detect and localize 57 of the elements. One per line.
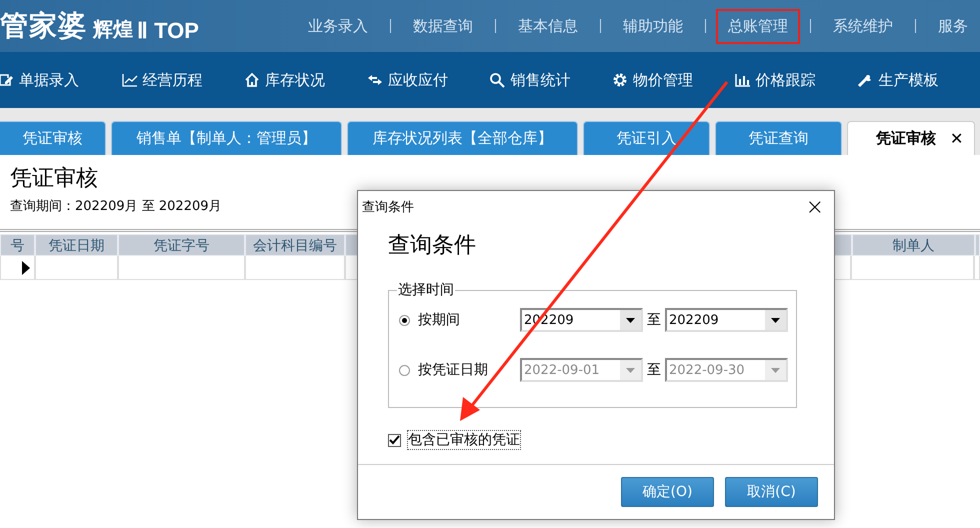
- toolbar-button[interactable]: 单据录入: [0, 70, 122, 90]
- dialog-title: 查询条件: [362, 199, 414, 216]
- period-text: 查询期间：202209月 至 202209月: [10, 198, 222, 216]
- checkbox-label[interactable]: 包含已审核的凭证: [407, 430, 521, 450]
- radio-label[interactable]: 按期间: [418, 311, 520, 329]
- column-header[interactable]: 号: [0, 234, 35, 256]
- dropdown-icon: [620, 310, 641, 330]
- toolbar-button[interactable]: 经营历程: [122, 70, 244, 90]
- range-separator: 至: [647, 361, 661, 379]
- menu-item[interactable]: 数据查询: [401, 8, 485, 44]
- wrench-icon: [857, 72, 874, 88]
- dropdown-icon: [620, 360, 641, 380]
- search-icon: [489, 72, 506, 88]
- menu-item[interactable]: 业务录入: [296, 8, 380, 44]
- tab[interactable]: 凭证引入: [583, 121, 710, 155]
- toolbar-button[interactable]: 应收应付: [366, 70, 490, 90]
- range-separator: 至: [647, 311, 661, 329]
- dialog-button[interactable]: 确定(O): [621, 477, 714, 507]
- column-header[interactable]: 会计科目编号: [245, 234, 345, 256]
- dialog-heading: 查询条件: [388, 232, 476, 260]
- arrows-icon: [366, 72, 383, 88]
- checkbox[interactable]: [388, 434, 401, 446]
- tab[interactable]: 凭证审核: [0, 121, 106, 155]
- dropdown-icon: [765, 310, 786, 330]
- column-header[interactable]: 凭证日期: [35, 234, 118, 256]
- toolbar-button[interactable]: 销售统计: [489, 70, 612, 90]
- toolbar-button[interactable]: 物价管理: [612, 70, 735, 90]
- logo-text: 管家婆: [0, 8, 87, 44]
- menu-item[interactable]: 系统维护: [821, 8, 905, 44]
- toolbar-button[interactable]: 价格跟踪: [734, 70, 858, 90]
- toolbar-button[interactable]: 库存状况: [244, 70, 367, 90]
- tab[interactable]: 销售单【制单人：管理员】: [111, 121, 342, 155]
- menu-item[interactable]: 辅助功能: [611, 8, 695, 44]
- dropdown-icon: [765, 360, 786, 380]
- menu-item[interactable]: 服务: [926, 8, 980, 44]
- column-header[interactable]: 制单人: [852, 234, 975, 256]
- column-header[interactable]: 凭证字号: [118, 234, 245, 256]
- tab[interactable]: 库存状况列表【全部仓库】: [347, 121, 578, 155]
- group-label: 选择时间: [397, 281, 455, 299]
- toolbar-button[interactable]: 生产模板: [857, 70, 980, 90]
- bar-chart-icon: [734, 72, 751, 88]
- radio-button[interactable]: [399, 314, 410, 326]
- close-button[interactable]: ×: [806, 194, 824, 220]
- close-icon[interactable]: ✕: [950, 129, 964, 148]
- dialog-button[interactable]: 取消(C): [725, 477, 818, 507]
- document-icon: [0, 72, 14, 88]
- menu-item[interactable]: 总账管理: [716, 8, 800, 44]
- logo-text: 辉煌: [93, 16, 133, 43]
- house-icon: [244, 72, 260, 88]
- logo-text: Ⅱ TOP: [137, 18, 199, 44]
- dropdown-field[interactable]: 202209: [665, 308, 788, 332]
- page-title: 凭证审核: [10, 165, 99, 193]
- gear-icon: [612, 72, 628, 88]
- tab[interactable]: 凭证查询: [715, 121, 842, 155]
- menu-item[interactable]: 基本信息: [506, 8, 590, 44]
- tab[interactable]: 凭证审核 ✕: [847, 121, 975, 155]
- line-chart-icon: [122, 72, 138, 88]
